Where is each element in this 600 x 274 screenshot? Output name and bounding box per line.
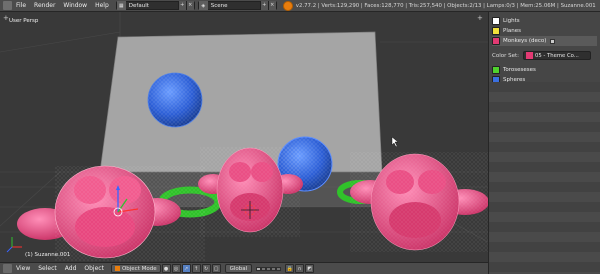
remove-layout-button[interactable]: ×: [185, 1, 194, 10]
viewport-header: View Select Add Object Object Mode ● ◎ ↗…: [0, 262, 488, 274]
monkey-left: [17, 165, 205, 261]
snap-icon[interactable]: ∩: [295, 264, 305, 273]
scale-manipulator-icon[interactable]: ▢: [211, 264, 221, 273]
menu-add[interactable]: Add: [61, 265, 81, 272]
color-set-label: Color Set:: [492, 52, 519, 59]
object-mode-icon: [114, 266, 120, 271]
mouse-pointer: [391, 136, 399, 148]
properties-toggle-icon[interactable]: +: [477, 14, 485, 22]
group-monkeys[interactable]: Monkeys (deco): [492, 36, 597, 46]
remove-scene-button[interactable]: ×: [267, 1, 276, 10]
add-layout-button[interactable]: +: [177, 1, 186, 10]
edit-color-set-icon[interactable]: [550, 38, 556, 44]
menu-view[interactable]: View: [12, 265, 34, 272]
info-header: File Render Window Help ▦ Default + × ◈ …: [0, 0, 600, 12]
screen-layout-selector[interactable]: ▦ Default + ×: [115, 1, 195, 10]
rotate-manipulator-icon[interactable]: ↻: [201, 264, 211, 273]
menu-help[interactable]: Help: [91, 2, 113, 9]
group-label: Monkeys (deco): [503, 38, 547, 44]
color-set-swatch: [526, 52, 533, 59]
monkey-right: [350, 152, 488, 252]
layout-icon: ▦: [116, 1, 126, 10]
group-lights[interactable]: Lights: [492, 16, 597, 26]
interaction-mode-dropdown[interactable]: Object Mode: [110, 264, 161, 273]
translate-manipulator-icon[interactable]: ↑: [191, 264, 201, 273]
screen-layout-value: Default: [128, 2, 149, 9]
axis-gizmo: [6, 237, 22, 253]
editor-type-icon[interactable]: [3, 1, 12, 10]
group-label: Planes: [503, 28, 521, 34]
blender-logo-icon: [282, 0, 293, 11]
color-set-row: Color Set: 05 - Theme Co...: [492, 50, 597, 61]
group-label: Toroseseses: [503, 67, 536, 73]
menu-file[interactable]: File: [12, 2, 30, 9]
transform-orientation-dropdown[interactable]: Global: [224, 264, 253, 273]
empty-list-area: [489, 82, 600, 274]
color-set-value: 05 - Theme Co...: [535, 52, 579, 59]
group-label: Lights: [503, 18, 520, 24]
render-icon[interactable]: ◩: [305, 264, 315, 273]
active-object-label: (1) Suzanne.001: [25, 252, 71, 258]
menu-render[interactable]: Render: [30, 2, 59, 9]
group-color-swatch[interactable]: [492, 17, 500, 25]
color-set-dropdown[interactable]: 05 - Theme Co...: [523, 51, 591, 60]
editor-type-icon[interactable]: [3, 264, 12, 273]
view-label: User Persp: [9, 18, 39, 24]
viewport-shading-icon[interactable]: ●: [161, 264, 171, 273]
add-scene-button[interactable]: +: [259, 1, 268, 10]
layer-buttons[interactable]: [256, 266, 282, 271]
scene-statistics: v2.77.2 | Verts:129,290 | Faces:128,770 …: [295, 2, 596, 9]
group-color-swatch[interactable]: [492, 37, 500, 45]
group-color-swatch[interactable]: [492, 27, 500, 35]
viewport-scene: [0, 12, 488, 262]
scene-value: Scene: [210, 2, 228, 9]
group-planes[interactable]: Planes: [492, 26, 597, 36]
scene-icon: ◈: [198, 1, 208, 10]
group-toroseseses[interactable]: Toroseseses: [492, 65, 597, 75]
menu-select[interactable]: Select: [34, 265, 61, 272]
manipulator-toggle-icon[interactable]: ↗: [181, 264, 191, 273]
3d-viewport[interactable]: + + User Persp (1) Suzanne.001: [0, 12, 488, 262]
monkey-middle: [198, 147, 303, 237]
layer-5[interactable]: [276, 266, 282, 271]
scene-selector[interactable]: ◈ Scene + ×: [197, 1, 277, 10]
group-color-swatch[interactable]: [492, 66, 500, 74]
pivot-point-icon[interactable]: ◎: [171, 264, 181, 273]
lock-icon[interactable]: 🔒: [285, 264, 295, 273]
interaction-mode-value: Object Mode: [121, 265, 157, 272]
menu-window[interactable]: Window: [59, 2, 91, 9]
outliner-panel: Lights Planes Monkeys (deco) Color Set: …: [488, 12, 600, 274]
menu-object[interactable]: Object: [80, 265, 108, 272]
